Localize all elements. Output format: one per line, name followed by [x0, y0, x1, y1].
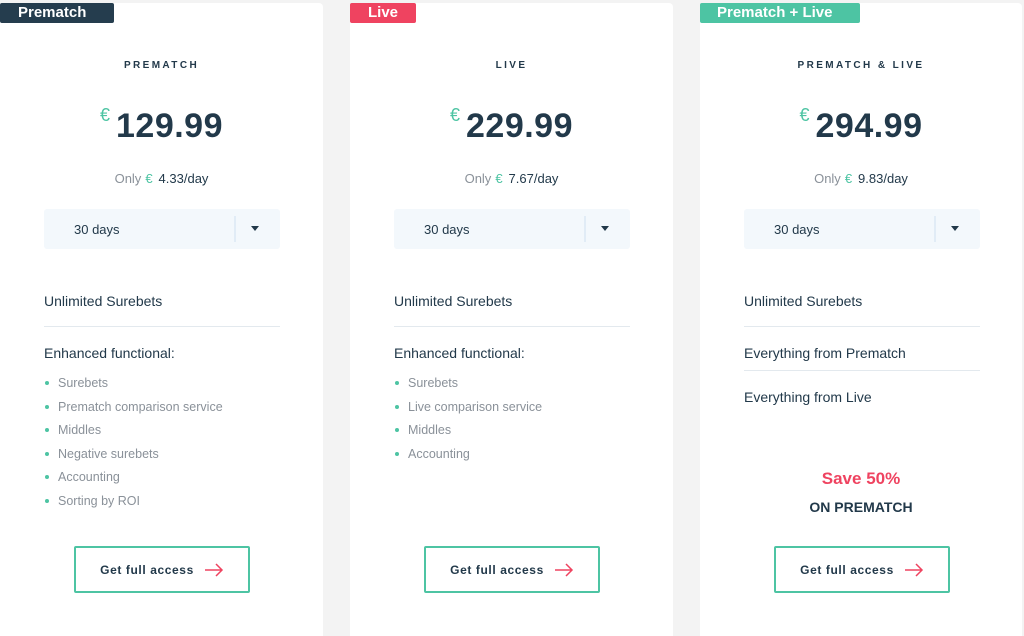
arrow-right-icon [554, 562, 573, 577]
price-amount: 129.99 [116, 107, 223, 145]
per-day-value: 4.33/day [158, 171, 209, 186]
feature-bullet: Live comparison service [394, 399, 542, 423]
plan-name: PREMATCH & LIVE [797, 60, 925, 71]
feature-bullet-list: Surebets Live comparison service Middles… [394, 375, 542, 469]
price-amount: 229.99 [466, 107, 573, 145]
divider [744, 326, 980, 327]
per-day-prefix: Only [814, 171, 841, 186]
plan-name: LIVE [495, 60, 528, 71]
plan-ribbon: Live [350, 3, 416, 23]
duration-select[interactable]: 30 days [44, 209, 280, 249]
get-full-access-button[interactable]: Get full access [74, 546, 250, 593]
get-full-access-button[interactable]: Get full access [774, 546, 950, 593]
duration-value: 30 days [774, 222, 820, 237]
select-divider [934, 216, 936, 242]
button-label: Get full access [450, 562, 544, 577]
feature-item: Unlimited Surebets [44, 293, 163, 309]
price-amount: 294.99 [815, 107, 923, 145]
feature-bullet: Accounting [394, 446, 542, 470]
plan-price: €229.99 [350, 105, 673, 146]
feature-bullet: Surebets [44, 375, 223, 399]
feature-bullet: Negative surebets [44, 446, 223, 470]
feature-bullet: Middles [394, 422, 542, 446]
arrow-right-icon [204, 562, 223, 577]
euro-icon: € [799, 105, 810, 125]
feature-item: Everything from Prematch [744, 345, 906, 361]
euro-icon: € [145, 171, 153, 186]
feature-bullet: Prematch comparison service [44, 399, 223, 423]
save-percent: Save 50% [821, 469, 901, 488]
duration-value: 30 days [74, 222, 120, 237]
button-label: Get full access [800, 562, 894, 577]
divider [44, 326, 280, 327]
per-day-prefix: Only [464, 171, 492, 186]
euro-icon: € [99, 105, 110, 125]
get-full-access-button[interactable]: Get full access [424, 546, 600, 593]
euro-icon: € [449, 105, 460, 125]
euro-icon: € [495, 171, 503, 186]
duration-select[interactable]: 30 days [394, 209, 630, 249]
plan-card-prematch-live: Prematch + Live PREMATCH & LIVE €294.99 … [700, 3, 1022, 636]
per-day-value: 7.67/day [508, 171, 559, 186]
feature-heading: Enhanced functional: [44, 345, 175, 361]
select-divider [584, 216, 586, 242]
plan-name: PREMATCH [123, 60, 200, 71]
select-divider [234, 216, 236, 242]
caret-down-icon[interactable] [601, 226, 609, 231]
duration-select[interactable]: 30 days [744, 209, 980, 249]
per-day-prefix: Only [114, 171, 142, 186]
feature-bullet: Accounting [44, 469, 223, 493]
per-day-value: 9.83/day [858, 171, 908, 186]
feature-item: Everything from Live [744, 389, 872, 405]
plan-ribbon: Prematch [0, 3, 114, 23]
per-day-price: Only €7.67/day [350, 171, 673, 186]
feature-bullet: Middles [44, 422, 223, 446]
feature-heading: Enhanced functional: [394, 345, 525, 361]
caret-down-icon[interactable] [251, 226, 259, 231]
plan-card-prematch: Prematch PREMATCH €129.99 Only €4.33/day … [0, 3, 323, 636]
per-day-price: Only €9.83/day [700, 171, 1022, 186]
arrow-right-icon [904, 562, 923, 577]
feature-bullet-list: Surebets Prematch comparison service Mid… [44, 375, 223, 516]
button-label: Get full access [100, 562, 194, 577]
euro-icon: € [844, 171, 853, 186]
save-subtitle: ON PREMATCH [809, 499, 913, 515]
feature-item: Unlimited Surebets [744, 293, 863, 309]
caret-down-icon[interactable] [951, 226, 959, 231]
plan-price: €294.99 [700, 105, 1022, 146]
divider [394, 326, 630, 327]
feature-bullet: Surebets [394, 375, 542, 399]
per-day-price: Only €4.33/day [0, 171, 323, 186]
duration-value: 30 days [424, 222, 470, 237]
plan-ribbon: Prematch + Live [700, 3, 860, 23]
feature-item: Unlimited Surebets [394, 293, 513, 309]
divider [744, 370, 980, 371]
plan-card-live: Live LIVE €229.99 Only €7.67/day 30 days … [350, 3, 673, 636]
feature-bullet: Sorting by ROI [44, 493, 223, 517]
plan-price: €129.99 [0, 105, 323, 146]
